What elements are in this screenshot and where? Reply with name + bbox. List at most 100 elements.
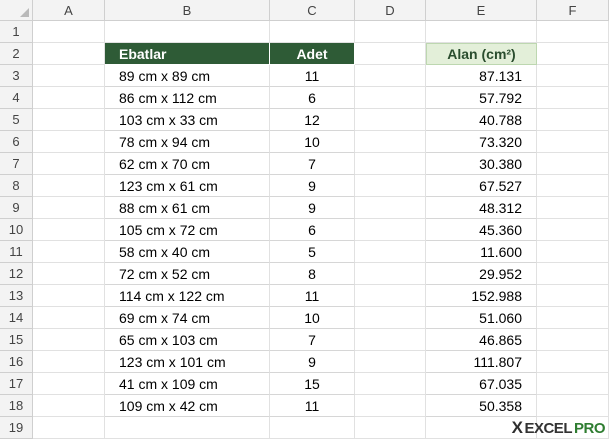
cell-f9[interactable] xyxy=(537,197,609,219)
adet-cell[interactable]: 8 xyxy=(270,263,355,285)
cell-f3[interactable] xyxy=(537,65,609,87)
cell-f6[interactable] xyxy=(537,131,609,153)
alan-cell[interactable]: 45.360 xyxy=(426,219,537,241)
cell-b1[interactable] xyxy=(105,21,270,43)
alan-cell[interactable]: 152.988 xyxy=(426,285,537,307)
cell-a10[interactable] xyxy=(33,219,105,241)
cell-f8[interactable] xyxy=(537,175,609,197)
adet-cell[interactable]: 6 xyxy=(270,87,355,109)
ebat-cell[interactable]: 109 cm x 42 cm xyxy=(105,395,270,417)
adet-cell[interactable]: 6 xyxy=(270,219,355,241)
cell-a18[interactable] xyxy=(33,395,105,417)
cell-a5[interactable] xyxy=(33,109,105,131)
alan-cell[interactable]: 46.865 xyxy=(426,329,537,351)
alan-cell[interactable]: 111.807 xyxy=(426,351,537,373)
row-header-10[interactable]: 10 xyxy=(0,219,33,241)
cell-d12[interactable] xyxy=(355,263,426,285)
row-header-16[interactable]: 16 xyxy=(0,351,33,373)
row-header-11[interactable]: 11 xyxy=(0,241,33,263)
alan-cell[interactable]: 67.035 xyxy=(426,373,537,395)
cell-f12[interactable] xyxy=(537,263,609,285)
row-header-18[interactable]: 18 xyxy=(0,395,33,417)
cell-c1[interactable] xyxy=(270,21,355,43)
cell-d14[interactable] xyxy=(355,307,426,329)
cell-d17[interactable] xyxy=(355,373,426,395)
ebat-cell[interactable]: 62 cm x 70 cm xyxy=(105,153,270,175)
row-header-3[interactable]: 3 xyxy=(0,65,33,87)
cell-f17[interactable] xyxy=(537,373,609,395)
row-header-4[interactable]: 4 xyxy=(0,87,33,109)
adet-cell[interactable]: 10 xyxy=(270,131,355,153)
adet-cell[interactable]: 5 xyxy=(270,241,355,263)
ebat-cell[interactable]: 86 cm x 112 cm xyxy=(105,87,270,109)
cell-d13[interactable] xyxy=(355,285,426,307)
cell-d7[interactable] xyxy=(355,153,426,175)
cell-a16[interactable] xyxy=(33,351,105,373)
row-header-2[interactable]: 2 xyxy=(0,43,33,65)
ebat-cell[interactable]: 105 cm x 72 cm xyxy=(105,219,270,241)
cell-f10[interactable] xyxy=(537,219,609,241)
cell-a14[interactable] xyxy=(33,307,105,329)
adet-cell[interactable]: 12 xyxy=(270,109,355,131)
adet-cell[interactable]: 11 xyxy=(270,285,355,307)
column-header-c[interactable]: C xyxy=(270,0,355,21)
cell-e1[interactable] xyxy=(426,21,537,43)
cell-a7[interactable] xyxy=(33,153,105,175)
cell-c19[interactable] xyxy=(270,417,355,439)
adet-cell[interactable]: 15 xyxy=(270,373,355,395)
alan-cell[interactable]: 57.792 xyxy=(426,87,537,109)
ebat-cell[interactable]: 114 cm x 122 cm xyxy=(105,285,270,307)
cell-d9[interactable] xyxy=(355,197,426,219)
cell-d11[interactable] xyxy=(355,241,426,263)
cell-a17[interactable] xyxy=(33,373,105,395)
alan-cell[interactable]: 11.600 xyxy=(426,241,537,263)
cell-b19[interactable] xyxy=(105,417,270,439)
alan-cell[interactable]: 87.131 xyxy=(426,65,537,87)
alan-cell[interactable]: 40.788 xyxy=(426,109,537,131)
cell-d4[interactable] xyxy=(355,87,426,109)
row-header-14[interactable]: 14 xyxy=(0,307,33,329)
alan-cell[interactable]: 50.358 xyxy=(426,395,537,417)
cell-d8[interactable] xyxy=(355,175,426,197)
alan-cell[interactable]: 51.060 xyxy=(426,307,537,329)
alan-cell[interactable]: 73.320 xyxy=(426,131,537,153)
cell-d1[interactable] xyxy=(355,21,426,43)
alan-cell[interactable]: 48.312 xyxy=(426,197,537,219)
cell-f16[interactable] xyxy=(537,351,609,373)
cell-f7[interactable] xyxy=(537,153,609,175)
row-header-8[interactable]: 8 xyxy=(0,175,33,197)
cell-f18[interactable] xyxy=(537,395,609,417)
ebat-cell[interactable]: 65 cm x 103 cm xyxy=(105,329,270,351)
cell-f13[interactable] xyxy=(537,285,609,307)
cell-a4[interactable] xyxy=(33,87,105,109)
cell-f15[interactable] xyxy=(537,329,609,351)
cell-f11[interactable] xyxy=(537,241,609,263)
column-header-b[interactable]: B xyxy=(105,0,270,21)
row-header-7[interactable]: 7 xyxy=(0,153,33,175)
row-header-9[interactable]: 9 xyxy=(0,197,33,219)
ebat-cell[interactable]: 41 cm x 109 cm xyxy=(105,373,270,395)
adet-cell[interactable]: 7 xyxy=(270,329,355,351)
cell-d15[interactable] xyxy=(355,329,426,351)
ebat-cell[interactable]: 88 cm x 61 cm xyxy=(105,197,270,219)
row-header-13[interactable]: 13 xyxy=(0,285,33,307)
cell-d2[interactable] xyxy=(355,43,426,65)
column-header-a[interactable]: A xyxy=(33,0,105,21)
ebat-cell[interactable]: 69 cm x 74 cm xyxy=(105,307,270,329)
cell-a11[interactable] xyxy=(33,241,105,263)
ebat-cell[interactable]: 89 cm x 89 cm xyxy=(105,65,270,87)
cell-a9[interactable] xyxy=(33,197,105,219)
ebat-cell[interactable]: 78 cm x 94 cm xyxy=(105,131,270,153)
row-header-19[interactable]: 19 xyxy=(0,417,33,439)
cell-a13[interactable] xyxy=(33,285,105,307)
row-header-17[interactable]: 17 xyxy=(0,373,33,395)
column-header-f[interactable]: F xyxy=(537,0,609,21)
adet-cell[interactable]: 9 xyxy=(270,351,355,373)
row-header-5[interactable]: 5 xyxy=(0,109,33,131)
alan-cell[interactable]: 30.380 xyxy=(426,153,537,175)
adet-cell[interactable]: 11 xyxy=(270,65,355,87)
adet-cell[interactable]: 9 xyxy=(270,197,355,219)
cell-f14[interactable] xyxy=(537,307,609,329)
cell-a6[interactable] xyxy=(33,131,105,153)
cell-f2[interactable] xyxy=(537,43,609,65)
